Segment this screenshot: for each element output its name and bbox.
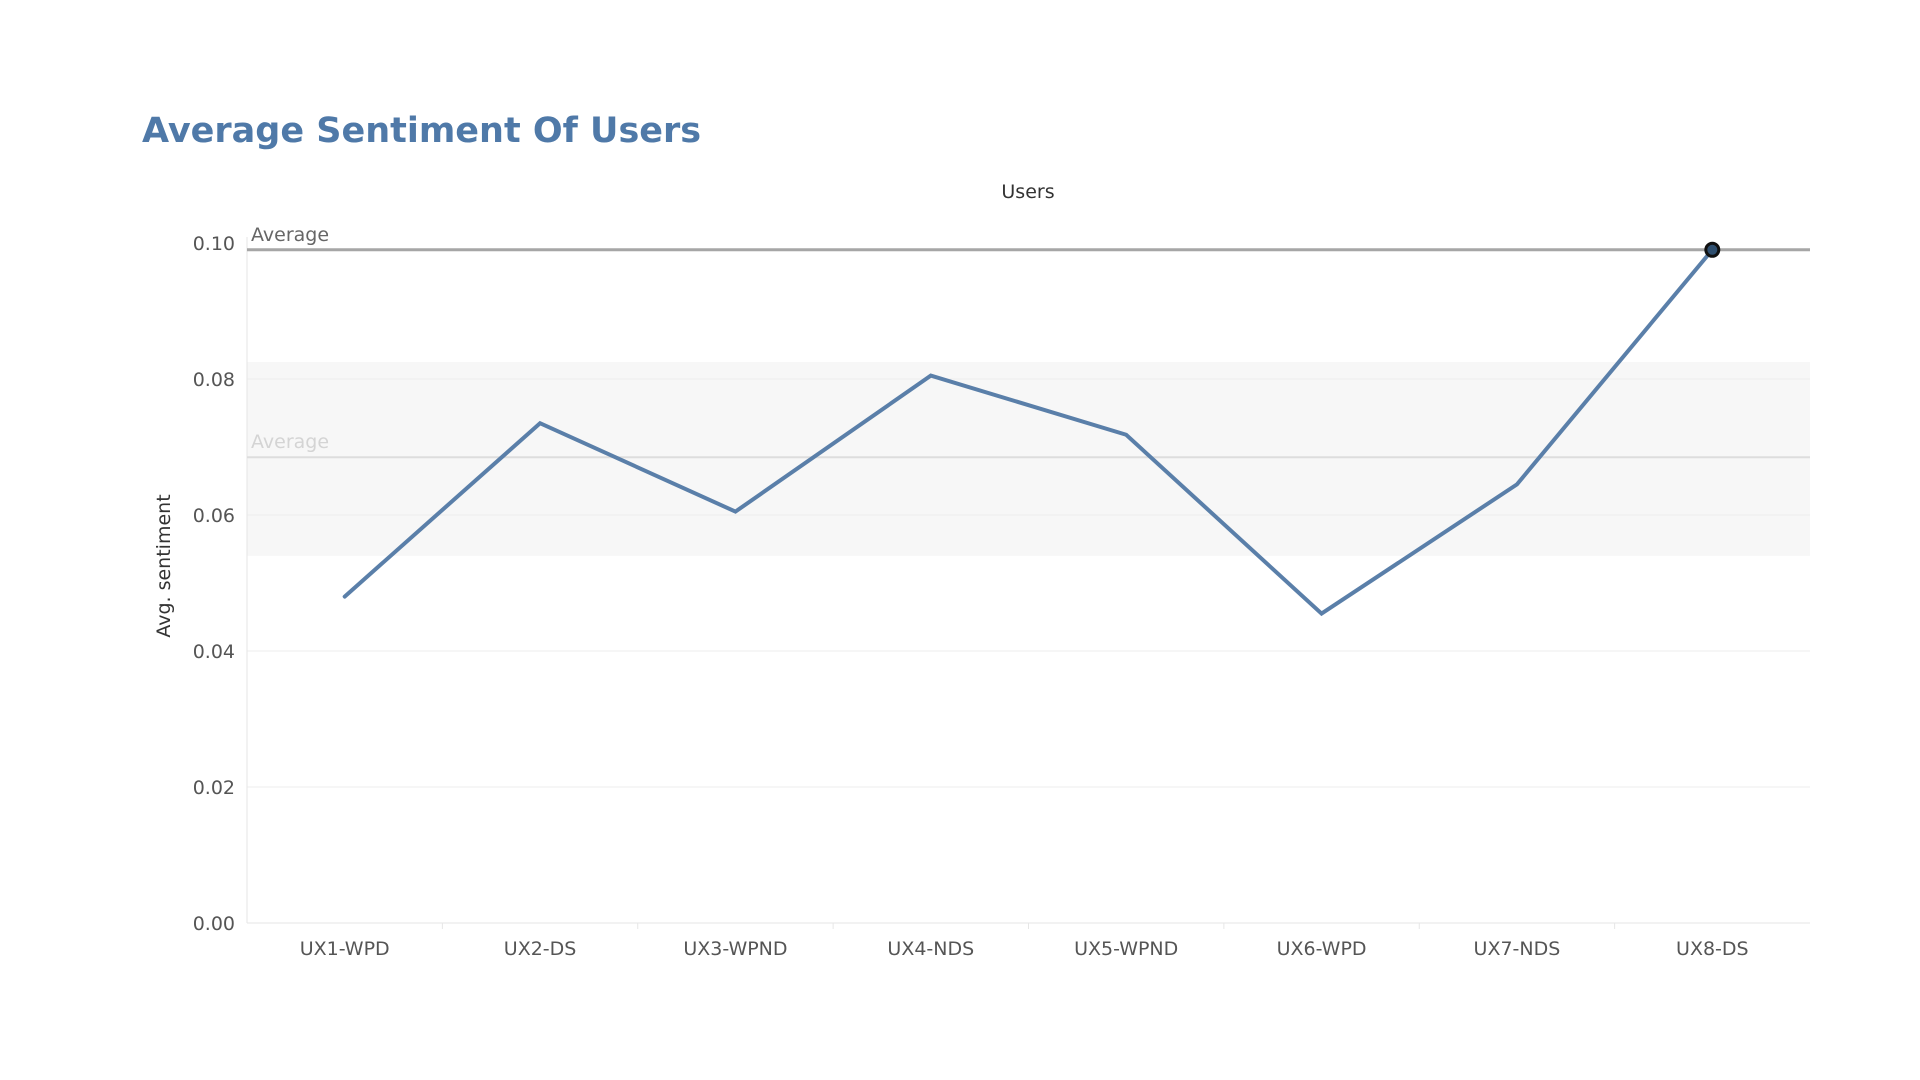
data-point[interactable] — [336, 588, 354, 606]
x-axis-title: Users — [1001, 181, 1054, 203]
x-tick-label: UX2-DS — [504, 938, 577, 960]
reference-band-layer — [247, 362, 1810, 556]
highlighted-data-point[interactable] — [1704, 241, 1721, 258]
line-chart: Average Average 0.00 0.02 0.04 0.06 0.08 0.10 U… — [153, 181, 1810, 960]
reference-line-label: Average — [251, 431, 329, 453]
x-tick-label: UX5-WPND — [1074, 938, 1178, 960]
y-tick-label: 0.08 — [193, 369, 235, 391]
tick-labels: 0.00 0.02 0.04 0.06 0.08 0.10 UX1-WPD UX2-DS UX3… — [193, 233, 1749, 960]
x-tick-label: UX8-DS — [1676, 938, 1749, 960]
y-tick-label: 0.10 — [193, 233, 235, 255]
axes — [246, 237, 1810, 929]
x-tick-label: UX1-WPD — [300, 938, 390, 960]
x-tick-label: UX6-WPD — [1277, 938, 1367, 960]
reference-line-label: Average — [251, 224, 329, 246]
data-point[interactable] — [531, 414, 549, 432]
reference-band — [247, 362, 1810, 556]
data-point[interactable] — [726, 503, 744, 521]
y-tick-label: 0.02 — [193, 777, 235, 799]
data-point[interactable] — [922, 367, 940, 385]
y-tick-label: 0.04 — [193, 641, 235, 663]
y-axis-title: Avg. sentiment — [153, 494, 175, 637]
y-tick-label: 0.06 — [193, 505, 235, 527]
data-point[interactable] — [1508, 475, 1526, 493]
y-tick-label: 0.00 — [193, 913, 235, 935]
x-tick-label: UX3-WPND — [683, 938, 787, 960]
x-tick-label: UX4-NDS — [887, 938, 974, 960]
x-tick-label: UX7-NDS — [1474, 938, 1561, 960]
data-point[interactable] — [1117, 426, 1135, 444]
data-point[interactable] — [1313, 605, 1331, 623]
